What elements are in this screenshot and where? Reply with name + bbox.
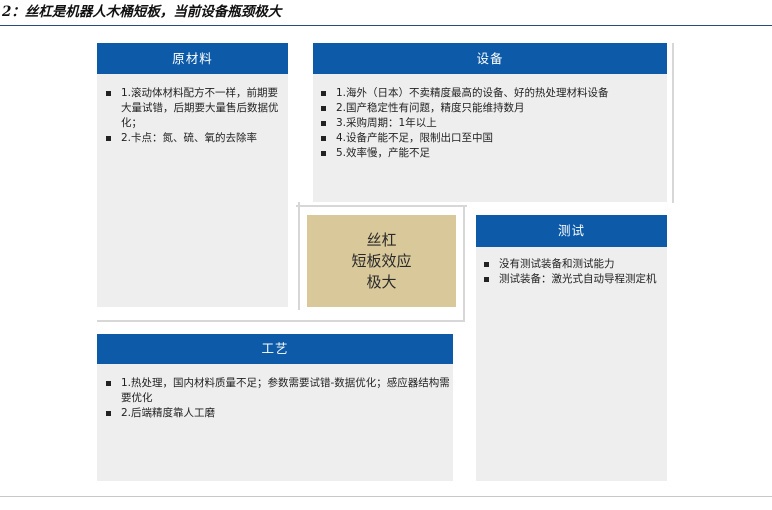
materials-item-2: 2.卡点：氮、硫、氧的去除率 bbox=[105, 131, 285, 146]
center-line-2: 短板效应 bbox=[351, 251, 412, 270]
testing-item-2: 测试装备：激光式自动导程测定机 bbox=[483, 272, 659, 287]
process-item-2: 2.后端精度靠人工磨 bbox=[105, 406, 450, 421]
center-box: 丝杠 短板效应 极大 bbox=[307, 215, 456, 307]
testing-panel bbox=[476, 215, 667, 481]
materials-panel bbox=[97, 43, 288, 307]
testing-header: 测试 bbox=[476, 215, 667, 247]
connector-line-outer-right bbox=[672, 43, 674, 203]
process-list: 1.热处理，国内材料质量不足；参数需要试错-数据优化；感应器结构需要优化 2.后… bbox=[105, 376, 450, 421]
connector-line-top bbox=[296, 205, 467, 207]
process-header: 工艺 bbox=[97, 334, 453, 364]
equipment-item-3: 3.采购周期：1年以上 bbox=[320, 116, 665, 131]
connector-line-bottom bbox=[97, 320, 465, 322]
testing-item-1: 没有测试装备和测试能力 bbox=[483, 257, 659, 272]
equipment-header: 设备 bbox=[313, 43, 667, 74]
process-item-1: 1.热处理，国内材料质量不足；参数需要试错-数据优化；感应器结构需要优化 bbox=[105, 376, 450, 406]
equipment-item-2: 2.国产稳定性有问题，精度只能维持数月 bbox=[320, 101, 665, 116]
equipment-list: 1.海外（日本）不卖精度最高的设备、好的热处理材料设备 2.国产稳定性有问题，精… bbox=[320, 86, 665, 161]
materials-list: 1.滚动体材料配方不一样，前期要大量试错，后期要大量售后数据优化； 2.卡点：氮… bbox=[105, 86, 285, 146]
testing-list: 没有测试装备和测试能力 测试装备：激光式自动导程测定机 bbox=[483, 257, 659, 287]
footer-divider bbox=[0, 496, 772, 497]
figure-title: 2：丝杠是机器人木桶短板，当前设备瓶颈极大 bbox=[2, 4, 282, 20]
equipment-item-4: 4.设备产能不足，限制出口至中国 bbox=[320, 131, 665, 146]
connector-line-right bbox=[463, 205, 465, 320]
center-line-1: 丝杠 bbox=[366, 230, 397, 249]
center-line-3: 极大 bbox=[366, 272, 397, 291]
materials-header: 原材料 bbox=[97, 43, 288, 74]
connector-line-top-left bbox=[290, 202, 300, 310]
equipment-item-1: 1.海外（日本）不卖精度最高的设备、好的热处理材料设备 bbox=[320, 86, 665, 101]
title-divider bbox=[0, 25, 772, 26]
equipment-item-5: 5.效率慢，产能不足 bbox=[320, 146, 665, 161]
materials-item-1: 1.滚动体材料配方不一样，前期要大量试错，后期要大量售后数据优化； bbox=[105, 86, 285, 131]
